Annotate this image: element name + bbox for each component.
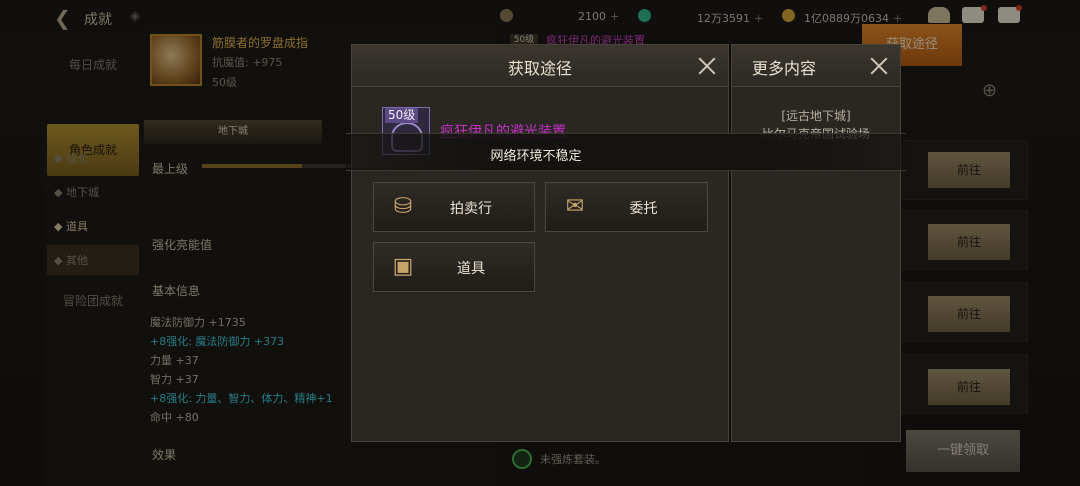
commission-label: 委托 bbox=[629, 201, 658, 217]
acquisition-modal: 获取途径 50级 疯狂伊凡的避光装置 ⛁ 拍卖行 ✉ 委托 ▣ 道具 bbox=[351, 44, 729, 442]
toast-message: 网络环境不稳定 bbox=[490, 149, 582, 164]
close-icon[interactable] bbox=[694, 53, 720, 79]
modal-header: 获取途径 bbox=[352, 45, 728, 87]
coins-icon: ⛁ bbox=[393, 194, 413, 219]
side-title: 更多内容 bbox=[752, 59, 817, 78]
close-icon[interactable] bbox=[866, 53, 892, 79]
network-toast: 网络环境不稳定 bbox=[346, 133, 906, 171]
scroll-icon: ✉ bbox=[565, 194, 585, 219]
item-source-button[interactable]: ▣ 道具 bbox=[373, 242, 535, 292]
commission-button[interactable]: ✉ 委托 bbox=[545, 182, 708, 232]
modal-title: 获取途径 bbox=[507, 59, 572, 78]
chest-icon: ▣ bbox=[392, 254, 414, 279]
dungeon-category: [远古地下城] bbox=[781, 109, 851, 123]
more-content-panel: 更多内容 [远古地下城] 比尔马克帝国试验场 bbox=[731, 44, 901, 442]
item-source-label: 道具 bbox=[457, 261, 485, 277]
side-header: 更多内容 bbox=[732, 45, 900, 87]
level-badge: 50级 bbox=[385, 108, 419, 123]
auction-label: 拍卖行 bbox=[450, 201, 492, 217]
auction-button[interactable]: ⛁ 拍卖行 bbox=[373, 182, 535, 232]
